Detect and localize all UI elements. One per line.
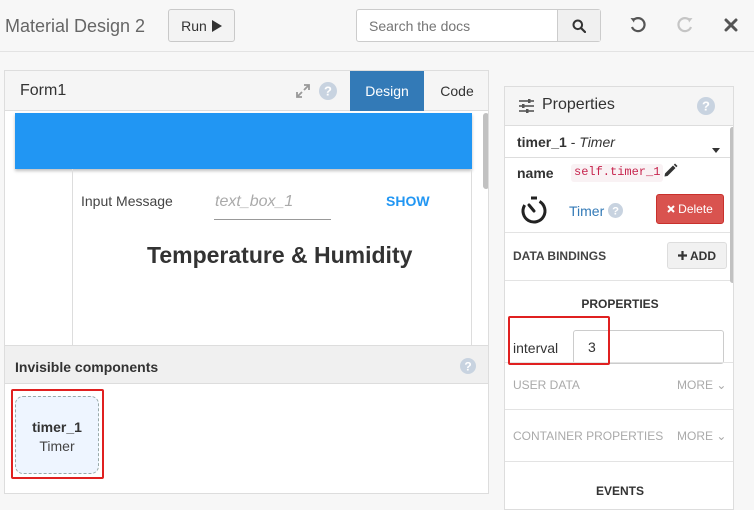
expand-icon xyxy=(296,84,310,98)
component-type: Timer xyxy=(579,134,615,150)
type-label: Timer xyxy=(569,203,605,219)
svg-text:?: ? xyxy=(324,84,332,99)
app-title: Material Design 2 xyxy=(5,16,146,36)
redo-button[interactable] xyxy=(675,15,695,35)
component-separator: - xyxy=(566,134,580,150)
help-button[interactable]: ? xyxy=(319,82,337,105)
divider xyxy=(505,461,733,462)
tab-design[interactable]: Design xyxy=(350,71,424,111)
properties-help-button[interactable]: ? xyxy=(697,97,715,120)
properties-section-heading: PROPERTIES xyxy=(581,297,659,311)
help-icon: ? xyxy=(697,97,715,115)
timer-icon xyxy=(519,195,549,230)
run-button[interactable]: Run xyxy=(168,9,235,42)
svg-text:?: ? xyxy=(612,206,619,218)
help-icon: ? xyxy=(460,358,476,374)
sliders-icon xyxy=(519,99,534,118)
more-label: MORE xyxy=(677,429,713,443)
tab-code[interactable]: Code xyxy=(424,71,488,111)
search-button[interactable] xyxy=(557,10,600,41)
pencil-icon xyxy=(664,163,678,177)
column-divider xyxy=(72,169,73,345)
user-data-label: USER DATA xyxy=(513,378,580,392)
data-bindings-label: DATA BINDINGS xyxy=(513,249,607,263)
component-name: timer_1 xyxy=(517,134,567,150)
timer-highlight-box xyxy=(11,389,104,479)
svg-text:?: ? xyxy=(464,359,471,373)
temperature-humidity-heading[interactable]: Temperature & Humidity xyxy=(147,242,412,269)
form-title: Form1 xyxy=(20,82,67,99)
invisible-components-header: Invisible components ? xyxy=(5,345,488,384)
user-data-more-link[interactable]: MORE ⌄ xyxy=(677,378,726,392)
invisible-help-button[interactable]: ? xyxy=(460,358,476,379)
name-value: self.timer_1 xyxy=(571,164,664,182)
search-icon xyxy=(572,19,587,33)
properties-header: Properties ? xyxy=(505,87,733,126)
run-label: Run xyxy=(181,17,207,34)
app-bar[interactable] xyxy=(15,113,472,169)
play-icon xyxy=(211,19,222,32)
properties-panel: Properties ? timer_1 - Timer name self.t… xyxy=(504,86,734,510)
events-section-heading: EVENTS xyxy=(595,484,644,498)
plus-icon xyxy=(678,251,687,260)
form-header: Form1 ? Design Code xyxy=(5,71,488,111)
name-label: name xyxy=(517,165,554,181)
more-label: MORE xyxy=(677,378,713,392)
component-type-link[interactable]: Timer ? xyxy=(569,203,624,219)
undo-icon xyxy=(630,17,646,33)
close-button[interactable] xyxy=(721,15,741,35)
divider xyxy=(505,232,733,233)
properties-scrollbar[interactable] xyxy=(730,127,733,283)
top-bar: Material Design 2 Run xyxy=(0,0,754,52)
close-icon xyxy=(724,18,738,32)
column-divider-right xyxy=(471,169,472,345)
search-box xyxy=(356,9,601,42)
text-box-1[interactable]: text_box_1 xyxy=(214,193,331,220)
delete-button[interactable]: Delete xyxy=(656,194,724,224)
interval-highlight-box xyxy=(508,316,610,365)
component-selector-text: timer_1 - Timer xyxy=(517,134,615,150)
caret-down-icon xyxy=(712,140,720,158)
add-label: ADD xyxy=(690,248,716,263)
invisible-components-title: Invisible components xyxy=(15,359,159,375)
expand-button[interactable] xyxy=(295,83,311,104)
design-canvas[interactable]: Input Message text_box_1 SHOW Temperatur… xyxy=(5,111,488,345)
container-properties-more-link[interactable]: MORE ⌄ xyxy=(677,429,726,443)
divider xyxy=(505,280,733,281)
search-input[interactable] xyxy=(357,10,558,41)
help-icon: ? xyxy=(319,82,337,100)
input-message-label[interactable]: Input Message xyxy=(81,193,173,209)
svg-text:?: ? xyxy=(702,99,710,114)
help-icon: ? xyxy=(608,203,624,218)
add-binding-button[interactable]: ADD xyxy=(667,242,727,269)
delete-label: Delete xyxy=(678,202,713,216)
undo-button[interactable] xyxy=(628,15,648,35)
chevrons-down-icon: ⌄ xyxy=(716,378,727,392)
container-properties-label: CONTAINER PROPERTIES xyxy=(513,429,664,443)
edit-name-button[interactable] xyxy=(663,163,678,183)
show-button[interactable]: SHOW xyxy=(386,193,430,209)
close-icon xyxy=(667,205,675,213)
properties-title: Properties xyxy=(542,96,615,113)
chevrons-down-icon: ⌄ xyxy=(716,429,727,443)
canvas-scrollbar[interactable] xyxy=(483,113,488,189)
redo-icon xyxy=(677,17,693,33)
divider xyxy=(505,409,733,410)
component-selector[interactable]: timer_1 - Timer xyxy=(505,126,733,158)
